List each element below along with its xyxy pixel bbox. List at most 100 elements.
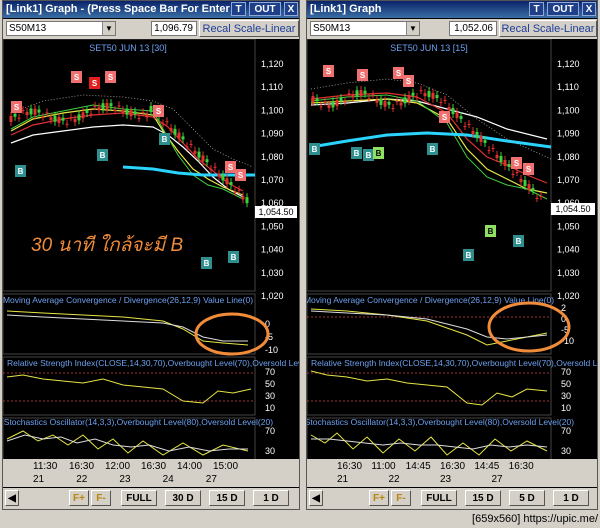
buy-signal: B: [485, 225, 496, 237]
candle-body: [427, 91, 431, 98]
candle-body: [185, 146, 189, 148]
sell-signal: S: [323, 65, 334, 77]
svg-text:S: S: [326, 67, 332, 76]
svg-text:B: B: [18, 167, 24, 176]
candle-body: [311, 96, 315, 102]
candle-body: [539, 196, 543, 197]
candle-body: [411, 92, 415, 96]
out-button[interactable]: OUT: [547, 2, 579, 16]
symbol-select[interactable]: S50M13 ▼: [6, 21, 116, 36]
close-button[interactable]: X: [582, 2, 596, 16]
candle-body: [61, 117, 65, 121]
svg-text:S: S: [92, 79, 98, 88]
candle-body: [355, 90, 359, 97]
candle-body: [73, 119, 77, 123]
date-label: 21: [337, 474, 349, 485]
zoom-in-button[interactable]: F+: [69, 490, 89, 506]
svg-text:B: B: [376, 149, 382, 158]
candle-body: [463, 126, 467, 127]
candle-body: [213, 166, 217, 168]
candle-body: [217, 173, 221, 177]
candle-body: [209, 169, 213, 170]
y-tick-label: 1,120: [557, 59, 580, 69]
svg-text:B: B: [488, 227, 494, 236]
date-label: 22: [76, 474, 88, 485]
full-range-button[interactable]: FULL: [121, 490, 157, 506]
current-price: 1,054.50: [555, 204, 590, 214]
chart-area[interactable]: SET50 JUN 13 [30] 1,120 1,110 1,100 1,090 1,…: [3, 39, 299, 459]
range-1d-button[interactable]: 1 D: [253, 490, 289, 506]
candle-body: [41, 116, 45, 118]
y-tick-label: 1,120: [261, 59, 284, 69]
t-button[interactable]: T: [231, 2, 246, 16]
candle-body: [57, 116, 61, 123]
y-tick-label: 1,080: [557, 152, 580, 162]
scroll-left-button[interactable]: ◀: [5, 490, 19, 506]
sell-signal: S: [511, 157, 522, 169]
range-30d-button[interactable]: 30 D: [165, 490, 201, 506]
recal-scale-button[interactable]: Recal Scale-Linear: [199, 20, 299, 37]
date-label: 23: [119, 474, 131, 485]
svg-text:B: B: [162, 135, 168, 144]
zoom-out-button[interactable]: F-: [91, 490, 111, 506]
candle-body: [105, 102, 109, 109]
time-label: 14:45: [405, 461, 431, 472]
close-button[interactable]: X: [284, 2, 298, 16]
candle-body: [499, 156, 503, 162]
candle-body: [383, 100, 387, 107]
range-15d-button[interactable]: 15 D: [465, 490, 501, 506]
candle-body: [407, 94, 411, 101]
candle-body: [443, 100, 447, 101]
candle-body: [531, 188, 535, 191]
time-label: 16:30: [337, 461, 363, 472]
range-15d-button[interactable]: 15 D: [209, 490, 245, 506]
t-button[interactable]: T: [529, 2, 544, 16]
scroll-left-button[interactable]: ◀: [309, 490, 323, 506]
candle-body: [201, 155, 205, 162]
range-1d-button[interactable]: 1 D: [553, 490, 589, 506]
candle-body: [395, 101, 399, 103]
candle-body: [205, 159, 209, 163]
svg-text:S: S: [14, 103, 20, 112]
candle-body: [97, 107, 101, 111]
y-tick-label: 1,030: [261, 268, 284, 278]
chevron-down-icon: ▼: [406, 22, 419, 35]
rsi-axis-ticks: 70 50 30 10: [561, 367, 571, 413]
candle-body: [471, 131, 475, 134]
chart-area[interactable]: SET50 JUN 13 [15] 1,120 1,110 1,100 1,090 1,…: [307, 39, 597, 459]
out-button[interactable]: OUT: [249, 2, 281, 16]
symbol-select[interactable]: S50M13 ▼: [310, 21, 420, 36]
candle-body: [371, 94, 375, 96]
zoom-out-button[interactable]: F-: [391, 490, 411, 506]
full-range-button[interactable]: FULL: [421, 490, 457, 506]
toolbar: S50M13 ▼ 1,052.06 Recal Scale-Linear: [307, 19, 597, 39]
range-5d-button[interactable]: 5 D: [509, 490, 545, 506]
time-label: 14:00: [177, 461, 203, 472]
candle-body: [323, 101, 327, 103]
date-axis: 16:30 11:00 14:45 16:30 14:45 16:30 21 22 23 27: [307, 459, 597, 487]
candle-body: [511, 174, 515, 175]
date-label: 22: [388, 474, 400, 485]
zoom-in-button[interactable]: F+: [369, 490, 389, 506]
candle-body: [455, 112, 459, 118]
buy-signal: B: [363, 149, 374, 161]
last-value-field: 1,096.79: [151, 21, 197, 36]
buy-signal: B: [351, 147, 362, 159]
candle-body: [237, 189, 241, 191]
sell-signal: S: [153, 105, 164, 117]
rsi-ticks-label: 10: [561, 403, 571, 413]
time-label: 16:30: [69, 461, 95, 472]
sell-signal: S: [523, 163, 534, 175]
candle-body: [423, 93, 427, 97]
time-label: 16:30: [141, 461, 167, 472]
candle-body: [403, 97, 407, 104]
recal-scale-button[interactable]: Recal Scale-Linear: [499, 20, 597, 37]
buy-signal: B: [513, 235, 524, 247]
date-label: 24: [162, 474, 174, 485]
buy-signal: B: [309, 143, 320, 155]
svg-text:S: S: [228, 163, 234, 172]
candle-body: [133, 111, 137, 115]
candle-body: [85, 109, 89, 113]
candle-body: [483, 140, 487, 143]
symbol-value: S50M13: [313, 23, 351, 34]
